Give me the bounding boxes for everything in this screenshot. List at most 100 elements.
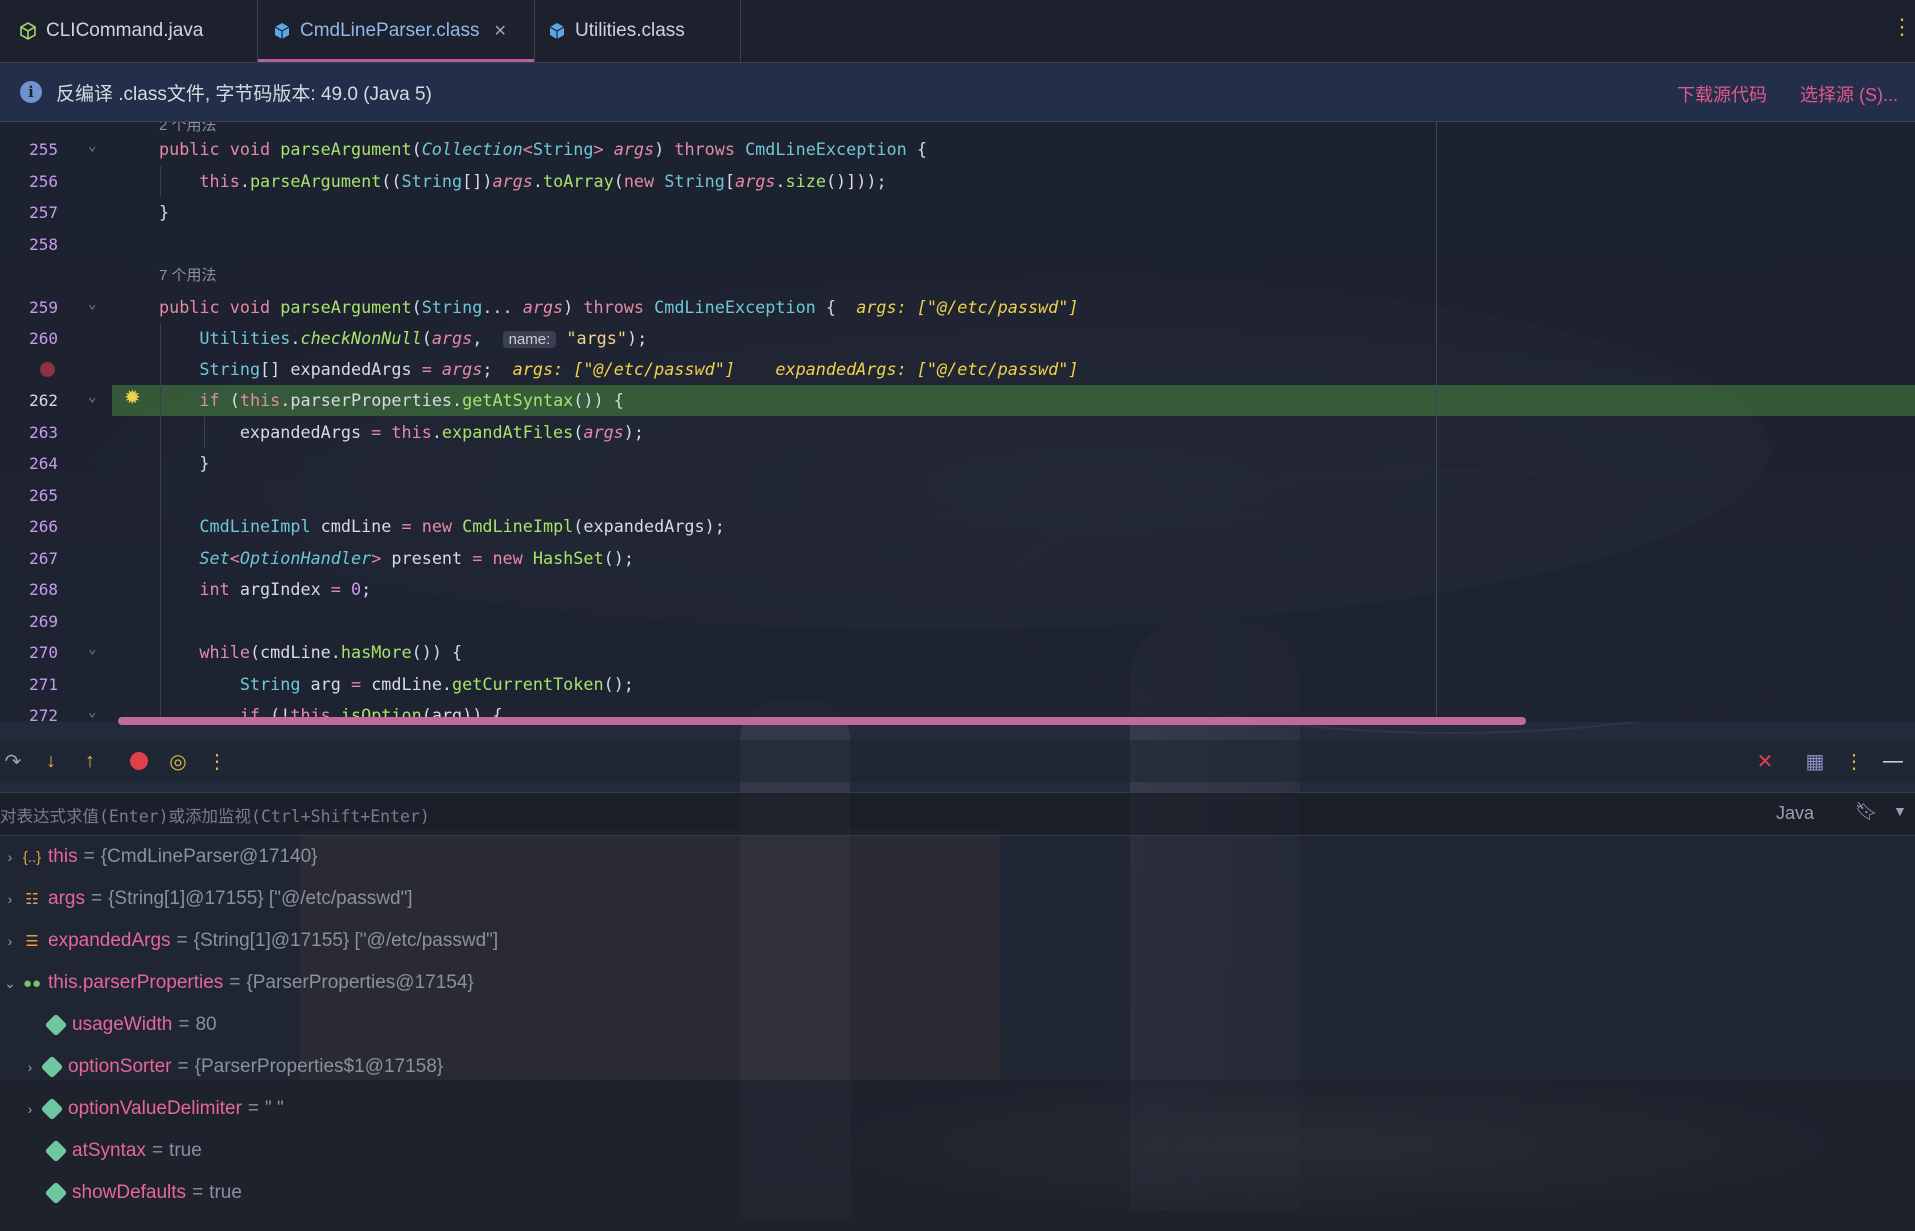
watch-icon: ●● <box>22 974 42 992</box>
variable-row[interactable]: showDefaults = true <box>44 1172 242 1214</box>
fold-chevron-icon[interactable]: ⌄ <box>88 389 96 405</box>
editor-gutter[interactable]: 255 ⌄ 256 257 258 259 ⌄ 260 262 ⌄ 263 264 2… <box>0 122 112 722</box>
decompiler-info-banner: i 反编译 .class文件, 字节码版本: 49.0 (Java 5) 下载源… <box>0 63 1915 122</box>
step-into-icon[interactable]: ↓ <box>38 748 64 774</box>
horizontal-scrollbar[interactable] <box>118 717 1526 725</box>
tab-label: CLICommand.java <box>46 20 204 41</box>
download-sources-link[interactable]: 下载源代码 <box>1677 81 1767 107</box>
tab-cmdlineparser-class[interactable]: CmdLineParser.class ✕ <box>258 0 535 62</box>
line-number: 267 <box>29 549 58 568</box>
field-tag-icon <box>44 1139 68 1163</box>
code-line: Utilities.checkNonNull(args, name: "args… <box>199 328 648 348</box>
line-number: 270 ⌄ <box>29 641 97 662</box>
variable-row[interactable]: › optionValueDelimiter = " " <box>20 1088 284 1130</box>
object-icon: {..} <box>22 848 42 866</box>
line-number: 266 <box>29 517 58 536</box>
expand-arrow-icon[interactable]: › <box>20 1059 40 1075</box>
options-icon[interactable]: ⋮ <box>1841 748 1867 774</box>
class-file-icon <box>272 21 292 41</box>
variables-tree[interactable]: › {..} this = {CmdLineParser@17140} › ☷ ar… <box>0 836 1915 1231</box>
tab-clicommand-java[interactable]: CLICommand.java <box>0 0 258 62</box>
banner-message: 反编译 .class文件, 字节码版本: 49.0 (Java 5) <box>56 83 432 105</box>
code-line: String arg = cmdLine.getCurrentToken(); <box>239 674 634 694</box>
variable-row[interactable]: › ☰ expandedArgs = {String[1]@17155} ["@/e… <box>0 920 499 962</box>
variable-row[interactable]: usageWidth = 80 <box>44 1004 217 1046</box>
class-file-icon <box>547 21 567 41</box>
field-tag-icon <box>44 1181 68 1205</box>
code-line: Set<OptionHandler> present = new HashSet… <box>199 548 634 568</box>
code-line-current: if (this.parserProperties.getAtSyntax())… <box>199 390 624 410</box>
tab-utilities-class[interactable]: Utilities.class <box>535 0 741 62</box>
field-tag-icon <box>44 1013 68 1037</box>
line-number: 255 ⌄ <box>29 138 97 159</box>
close-tab-icon[interactable]: ✕ <box>494 21 507 41</box>
line-number: 260 <box>29 329 58 348</box>
parameter-name-hint: name: <box>502 331 557 348</box>
variable-row[interactable]: ⌄ ●● this.parserProperties = {ParserProper… <box>0 962 474 1004</box>
list-icon: ☰ <box>25 933 39 950</box>
evaluate-placeholder: 对表达式求值(Enter)或添加监视(Ctrl+Shift+Enter) <box>0 807 430 826</box>
mute-breakpoints-icon[interactable]: ◎ <box>165 748 191 774</box>
tab-label: CmdLineParser.class <box>300 20 480 41</box>
close-icon[interactable]: ✕ <box>1752 748 1778 774</box>
code-line: while(cmdLine.hasMore()) { <box>199 642 463 662</box>
line-number: 256 <box>29 172 58 191</box>
code-line: public void parseArgument(Collection<Str… <box>159 139 927 159</box>
expand-arrow-icon[interactable]: › <box>0 933 20 949</box>
line-number: 259 ⌄ <box>29 296 97 317</box>
variable-row[interactable]: › ☷ args = {String[1]@17155} ["@/etc/passw… <box>0 878 413 920</box>
choose-sources-link[interactable]: 选择源 (S)... <box>1800 81 1898 107</box>
variable-row[interactable]: › {..} this = {CmdLineParser@17140} <box>0 836 318 878</box>
chevron-down-icon[interactable]: ▼ <box>1893 803 1907 819</box>
info-icon: i <box>20 81 42 103</box>
expand-arrow-icon[interactable]: › <box>0 849 20 865</box>
breakpoint-icon[interactable] <box>40 362 55 377</box>
lightbulb-icon[interactable]: ✹ <box>124 385 141 410</box>
debug-toolbar: ↷ ↓ ↑ ◎ ⋮ ✕ ▦ ⋮ — <box>0 740 1915 782</box>
fold-chevron-icon[interactable]: ⌄ <box>88 138 96 154</box>
fold-chevron-icon[interactable]: ⌄ <box>88 641 96 657</box>
fold-chevron-icon[interactable]: ⌄ <box>88 704 96 720</box>
code-line: this.parseArgument((String[])args.toArra… <box>199 171 887 191</box>
usages-hint[interactable]: 7 个用法 <box>159 260 217 291</box>
view-breakpoints-icon[interactable] <box>126 748 152 774</box>
variable-row[interactable]: › optionSorter = {ParserProperties$1@17158… <box>20 1046 443 1088</box>
more-tabs-icon[interactable]: ⋮ <box>1891 14 1913 44</box>
line-number: 262 ⌄ <box>29 389 97 410</box>
fold-chevron-icon[interactable]: ⌄ <box>88 296 96 312</box>
debug-inline-value: args: ["@/etc/passwd"] <box>856 297 1079 317</box>
right-margin-guide <box>1436 122 1437 722</box>
line-number: 265 <box>29 486 58 505</box>
tab-label: Utilities.class <box>575 20 685 41</box>
code-editor[interactable]: 255 ⌄ 256 257 258 259 ⌄ 260 262 ⌄ 263 264 2… <box>0 122 1915 722</box>
expand-arrow-icon[interactable]: › <box>0 891 20 907</box>
array-param-icon: ☷ <box>25 891 39 908</box>
line-number: 258 <box>29 235 58 254</box>
more-actions-icon[interactable]: ⋮ <box>204 748 230 774</box>
line-number: 271 <box>29 675 58 694</box>
language-selector[interactable]: Java <box>1776 803 1814 824</box>
layout-icon[interactable]: ▦ <box>1802 748 1828 774</box>
line-number: 268 <box>29 580 58 599</box>
java-file-icon <box>18 21 38 41</box>
step-out-icon[interactable]: ↑ <box>77 748 103 774</box>
variable-row[interactable]: atSyntax = true <box>44 1130 202 1172</box>
evaluate-expression-field[interactable]: 对表达式求值(Enter)或添加监视(Ctrl+Shift+Enter) Jav… <box>0 792 1915 836</box>
debug-inline-value: expandedArgs: ["@/etc/passwd"] <box>775 359 1079 379</box>
expand-arrow-icon[interactable]: › <box>20 1101 40 1117</box>
code-line: String[] expandedArgs = args; args: ["@/… <box>199 359 1079 379</box>
code-line: } <box>159 453 210 473</box>
field-tag-icon <box>40 1055 64 1079</box>
minimize-icon[interactable]: — <box>1880 748 1906 774</box>
code-line: int argIndex = 0; <box>199 579 372 599</box>
code-line: public void parseArgument(String... args… <box>159 297 1079 317</box>
line-number: 257 <box>29 203 58 222</box>
debug-inline-value: args: ["@/etc/passwd"] <box>512 359 735 379</box>
code-line: } <box>159 202 170 222</box>
code-line: expandedArgs = this.expandAtFiles(args); <box>159 422 645 442</box>
add-watch-icon[interactable]: 🔖︎ <box>1855 801 1878 822</box>
collapse-arrow-icon[interactable]: ⌄ <box>0 975 20 992</box>
line-number: 263 <box>29 423 58 442</box>
field-tag-icon <box>40 1097 64 1121</box>
step-over-icon[interactable]: ↷ <box>0 748 26 774</box>
